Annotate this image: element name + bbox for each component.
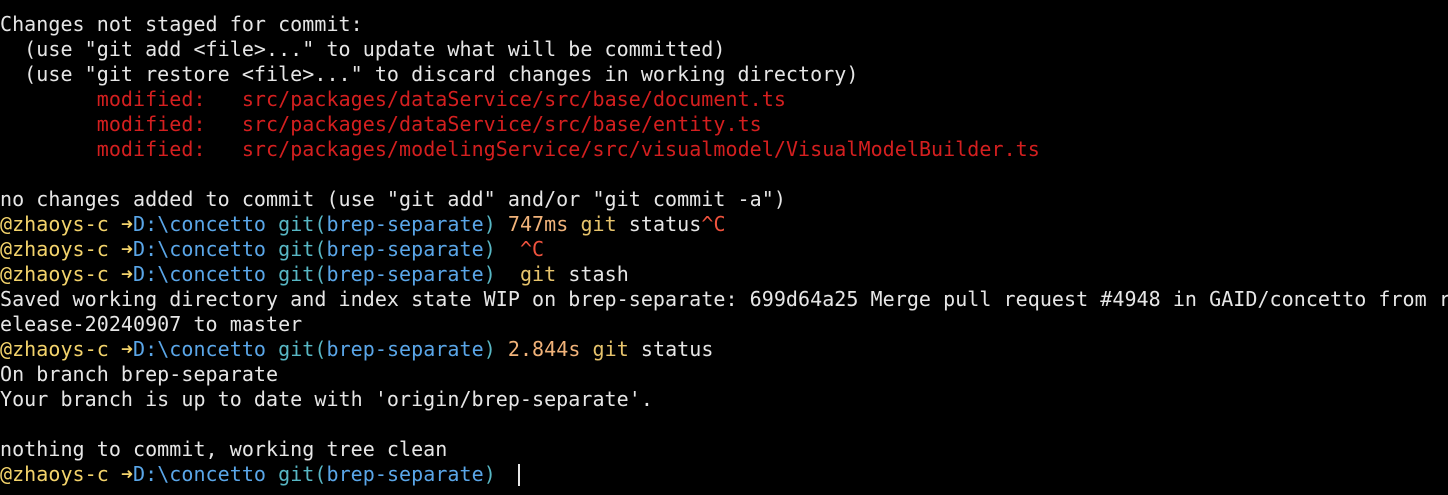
- no-changes-line: no changes added to commit (use "git add…: [0, 187, 1448, 212]
- clean-tree-line: nothing to commit, working tree clean: [0, 437, 1448, 462]
- prompt-user: @zhaoys-c: [0, 212, 109, 236]
- prompt-user: @zhaoys-c: [0, 237, 109, 261]
- arrow-icon: ➜: [120, 462, 134, 486]
- prompt-path: D:\concetto: [133, 462, 267, 486]
- command-args: status: [628, 337, 714, 361]
- ctrl-c-marker: ^C: [519, 237, 545, 261]
- prompt-user: @zhaoys-c: [0, 337, 109, 361]
- command-name: git: [592, 337, 629, 361]
- command-duration: 747ms: [507, 212, 569, 236]
- modified-label: modified:: [96, 87, 206, 111]
- uptodate-text: Your branch is up to date with 'origin/b…: [0, 387, 653, 411]
- arrow-icon: ➜: [120, 237, 134, 261]
- prompt-branch: brep-separate: [326, 462, 484, 486]
- prompt-branch: brep-separate: [326, 337, 484, 361]
- text-cursor[interactable]: [517, 464, 520, 486]
- prompt-branch: brep-separate: [326, 237, 484, 261]
- stash-output-line: elease-20240907 to master: [0, 312, 1448, 337]
- prompt-git-close: ): [483, 262, 496, 286]
- command-name: git: [580, 212, 617, 236]
- modified-file-line: modified: src/packages/modelingService/s…: [0, 137, 1448, 162]
- arrow-icon: ➜: [120, 212, 134, 236]
- arrow-icon: ➜: [120, 262, 134, 286]
- prompt-branch: brep-separate: [326, 212, 484, 236]
- prompt-git-close: ): [483, 212, 496, 236]
- clean-tree-text: nothing to commit, working tree clean: [0, 437, 448, 461]
- prompt-git-label: git(: [278, 337, 327, 361]
- prompt-path: D:\concetto: [133, 337, 267, 361]
- branch-status-text: On branch brep-separate: [0, 362, 279, 386]
- prompt-user: @zhaoys-c: [0, 462, 109, 486]
- prompt-git-label: git(: [278, 262, 327, 286]
- hint-add-line: (use "git add <file>..." to update what …: [0, 37, 1448, 62]
- modified-label: modified:: [96, 112, 206, 136]
- modified-file-line: modified: src/packages/dataService/src/b…: [0, 112, 1448, 137]
- arrow-icon: ➜: [120, 337, 134, 361]
- uptodate-line: Your branch is up to date with 'origin/b…: [0, 387, 1448, 412]
- prompt-git-label: git(: [278, 237, 327, 261]
- hint-restore-text: (use "git restore <file>..." to discard …: [0, 62, 859, 86]
- prompt-git-label: git(: [278, 212, 327, 236]
- prompt-path: D:\concetto: [133, 262, 267, 286]
- prompt-line: @zhaoys-c ➜D:\concetto git(brep-separate…: [0, 212, 1448, 237]
- terminal-output[interactable]: Changes not staged for commit: (use "git…: [0, 12, 1448, 495]
- modified-file-path: src/packages/dataService/src/base/docume…: [241, 87, 786, 111]
- active-prompt-line[interactable]: @zhaoys-c ➜D:\concetto git(brep-separate…: [0, 462, 1448, 487]
- hint-restore-line: (use "git restore <file>..." to discard …: [0, 62, 1448, 87]
- prompt-git-close: ): [483, 337, 496, 361]
- command-duration: 2.844s: [507, 337, 581, 361]
- command-args: status: [616, 212, 702, 236]
- stash-output-line: Saved working directory and index state …: [0, 287, 1448, 312]
- prompt-line: @zhaoys-c ➜D:\concetto git(brep-separate…: [0, 337, 1448, 362]
- modified-file-line: modified: src/packages/dataService/src/b…: [0, 87, 1448, 112]
- hint-add-text: (use "git add <file>..." to update what …: [0, 37, 726, 61]
- prompt-branch: brep-separate: [326, 262, 484, 286]
- prompt-git-label: git(: [278, 462, 327, 486]
- stash-output-text: Saved working directory and index state …: [0, 287, 1448, 311]
- prompt-line: @zhaoys-c ➜D:\concetto git(brep-separate…: [0, 262, 1448, 287]
- status-header-text: Changes not staged for commit:: [0, 12, 363, 36]
- prompt-path: D:\concetto: [133, 212, 267, 236]
- no-changes-text: no changes added to commit (use "git add…: [0, 187, 786, 211]
- status-header-line: Changes not staged for commit:: [0, 12, 1448, 37]
- ctrl-c-marker: ^C: [701, 212, 726, 236]
- modified-label: modified:: [96, 137, 206, 161]
- prompt-git-close: ): [483, 462, 496, 486]
- prompt-git-close: ): [483, 237, 496, 261]
- prompt-line: @zhaoys-c ➜D:\concetto git(brep-separate…: [0, 237, 1448, 262]
- stash-output-text: elease-20240907 to master: [0, 312, 303, 336]
- branch-status-line: On branch brep-separate: [0, 362, 1448, 387]
- modified-file-path: src/packages/modelingService/src/visualm…: [241, 137, 1040, 161]
- command-name: git: [519, 262, 557, 286]
- modified-file-path: src/packages/dataService/src/base/entity…: [241, 112, 762, 136]
- prompt-path: D:\concetto: [133, 237, 267, 261]
- prompt-user: @zhaoys-c: [0, 262, 109, 286]
- command-args: stash: [556, 262, 629, 286]
